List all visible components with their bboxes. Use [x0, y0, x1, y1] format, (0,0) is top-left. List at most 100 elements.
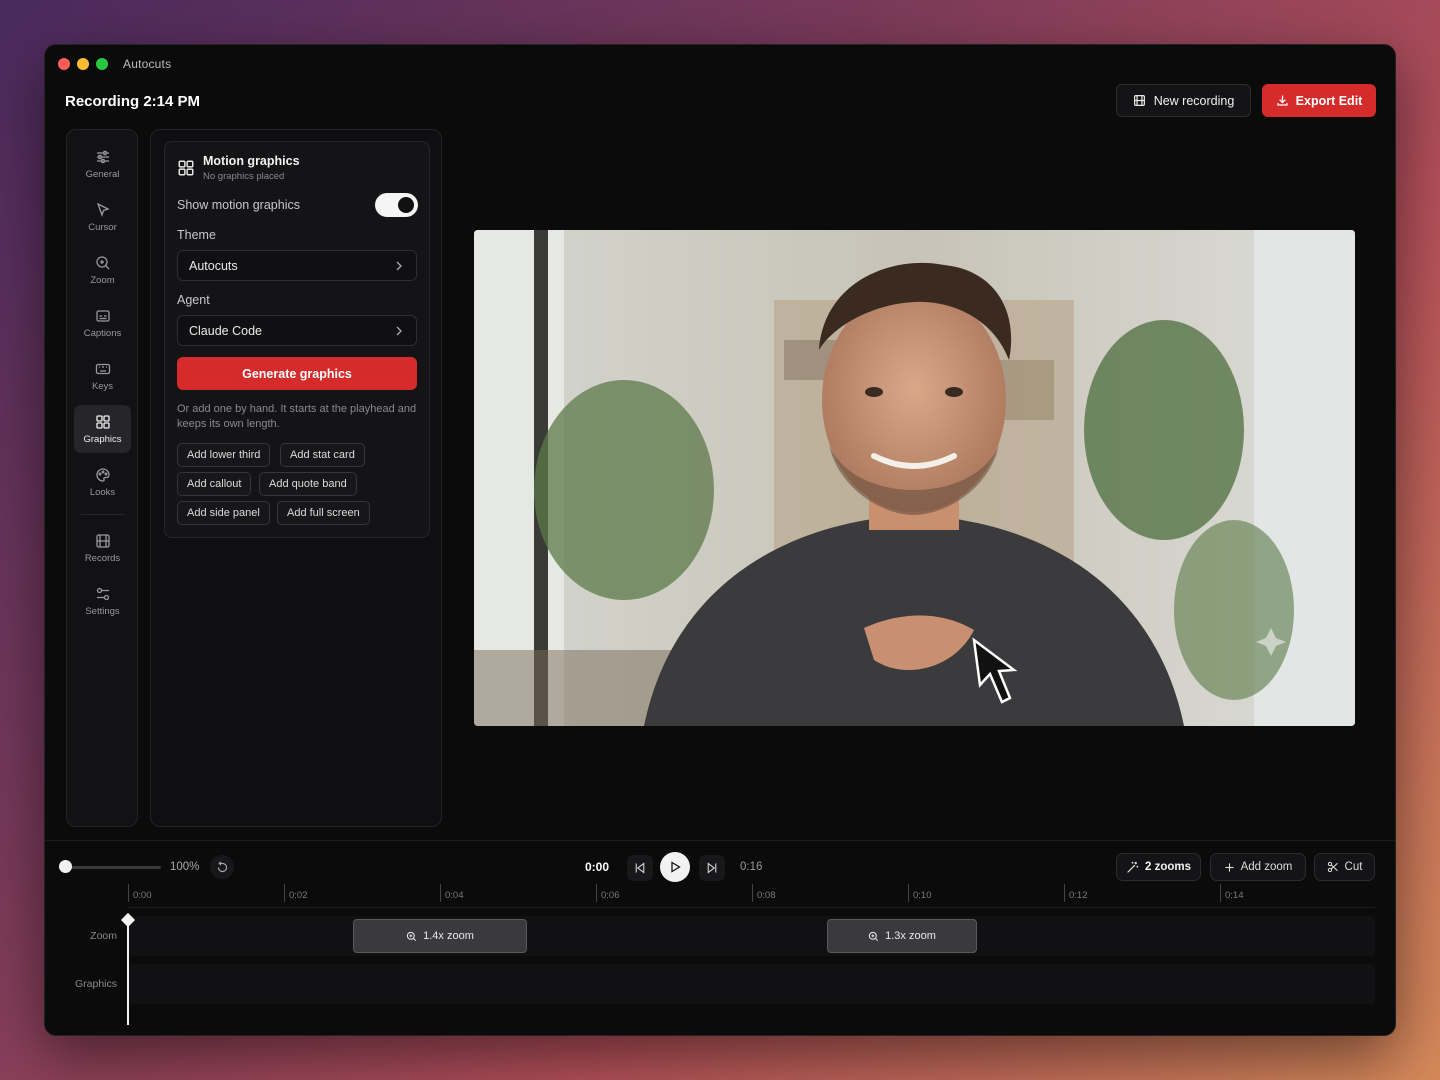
zoom-in-icon [406, 931, 417, 941]
zooms-count-label: 2 zooms [1144, 861, 1191, 873]
cut-label: Cut [1344, 861, 1363, 873]
timeline-zoom-slider-handle[interactable] [59, 860, 72, 873]
zoom-in-icon [95, 255, 109, 269]
ruler-label: 0:10 [913, 890, 932, 901]
ruler-tick [596, 884, 597, 902]
end-time: 0:16 [740, 861, 763, 873]
rail-item-looks[interactable]: Looks [74, 458, 131, 506]
chevron-right-icon [396, 261, 402, 271]
minimize-window-button[interactable] [77, 58, 89, 70]
zoom-clip-label: 1.3x zoom [885, 930, 936, 942]
add-lower-third-button[interactable]: Add lower third [177, 443, 271, 467]
graphics-panel: Motion graphics No graphics placed Show … [150, 129, 442, 827]
reset-zoom-button[interactable] [210, 855, 234, 879]
zoom-in-icon [868, 931, 879, 941]
captions-icon [95, 309, 110, 322]
skip-back-button[interactable] [627, 855, 653, 881]
ruler-label: 0:14 [1225, 890, 1244, 901]
timeline: 100% 0:00 0:16 2 zooms Add zoom Cut 0:00 [45, 840, 1395, 1035]
skip-forward-button[interactable] [699, 855, 725, 881]
download-icon [1277, 95, 1288, 106]
skip-back-icon [635, 862, 645, 874]
add-quote-band-button[interactable]: Add quote band [259, 472, 357, 496]
film-icon [1133, 95, 1145, 106]
new-recording-button[interactable]: New recording [1116, 84, 1251, 117]
app-window: Autocuts Recording 2:14 PM New recording… [44, 44, 1396, 1036]
ruler-label: 0:12 [1069, 890, 1088, 901]
ruler-tick [440, 884, 441, 902]
ruler-tick [1064, 884, 1065, 902]
recording-title: Recording 2:14 PM [65, 93, 201, 110]
rail-divider [81, 514, 125, 515]
rail-label: Settings [85, 605, 120, 617]
cursor-icon [96, 202, 110, 217]
title-bar: Autocuts [45, 45, 1395, 81]
current-time: 0:00 [585, 860, 610, 874]
play-icon [671, 861, 681, 873]
generate-graphics-button[interactable]: Generate graphics [177, 357, 417, 390]
track-label-zoom: Zoom [90, 930, 117, 942]
ruler-tick [128, 884, 129, 902]
playhead[interactable] [127, 917, 129, 1025]
ruler-tick [1220, 884, 1221, 902]
manual-add-hint: Or add one by hand. It starts at the pla… [177, 403, 417, 430]
rail-item-zoom[interactable]: Zoom [74, 246, 131, 294]
close-window-button[interactable] [58, 58, 70, 70]
agent-select[interactable]: Claude Code [177, 315, 417, 346]
timeline-zoom-percent: 100% [170, 861, 200, 873]
graphics-track[interactable] [129, 964, 1375, 1004]
rail-label: Zoom [90, 274, 115, 286]
film-icon [95, 533, 110, 548]
app-name: Autocuts [123, 57, 172, 71]
motion-graphics-card: Motion graphics No graphics placed Show … [164, 141, 430, 538]
rail-item-records[interactable]: Records [74, 524, 131, 572]
rail-item-general[interactable]: General [74, 140, 131, 188]
grid-icon [95, 414, 110, 429]
add-callout-button[interactable]: Add callout [177, 472, 252, 496]
ruler-tick [752, 884, 753, 902]
rail-label: Keys [91, 380, 114, 392]
rail-item-graphics[interactable]: Graphics [74, 405, 131, 453]
cut-button[interactable]: Cut [1314, 853, 1375, 881]
video-preview[interactable] [474, 230, 1355, 726]
zoom-clip-label: 1.4x zoom [423, 930, 474, 942]
zoom-clip[interactable]: 1.3x zoom [827, 919, 977, 953]
rail-label: Captions [83, 327, 122, 339]
ruler-tick [284, 884, 285, 902]
theme-select[interactable]: Autocuts [177, 250, 417, 281]
play-button[interactable] [660, 852, 690, 882]
add-full-screen-button[interactable]: Add full screen [277, 501, 370, 525]
skip-forward-icon [707, 862, 717, 874]
reset-icon [217, 860, 227, 872]
maximize-window-button[interactable] [96, 58, 108, 70]
ruler-tick [908, 884, 909, 902]
show-motion-graphics-toggle[interactable] [375, 193, 418, 217]
ruler-label: 0:08 [757, 890, 776, 901]
zooms-count-button[interactable]: 2 zooms [1116, 853, 1201, 881]
rail-item-cursor[interactable]: Cursor [74, 193, 131, 241]
tool-rail: General Cursor Zoom Captions Keys Graphi… [66, 129, 138, 827]
rail-label: General [85, 168, 120, 180]
agent-value: Claude Code [189, 323, 262, 338]
add-side-panel-button[interactable]: Add side panel [177, 501, 270, 525]
settings-icon [96, 587, 109, 600]
show-motion-graphics-label: Show motion graphics [177, 198, 300, 212]
keyboard-icon [95, 363, 110, 374]
ruler-label: 0:06 [601, 890, 620, 901]
rail-item-settings[interactable]: Settings [74, 577, 131, 625]
export-edit-button[interactable]: Export Edit [1262, 84, 1376, 117]
add-stat-card-button[interactable]: Add stat card [280, 443, 365, 467]
ruler-baseline [127, 907, 1375, 908]
timeline-zoom-slider[interactable] [65, 866, 161, 869]
rail-label: Graphics [83, 433, 122, 445]
card-title: Motion graphics [203, 154, 300, 168]
rail-item-keys[interactable]: Keys [74, 352, 131, 400]
add-zoom-button[interactable]: Add zoom [1210, 853, 1306, 881]
zoom-clip[interactable]: 1.4x zoom [353, 919, 527, 953]
agent-label: Agent [177, 293, 210, 307]
ruler-label: 0:04 [445, 890, 464, 901]
plus-icon [1224, 862, 1234, 872]
rail-item-captions[interactable]: Captions [74, 299, 131, 347]
magic-wand-icon [1127, 861, 1139, 873]
zoom-track[interactable] [129, 916, 1375, 956]
